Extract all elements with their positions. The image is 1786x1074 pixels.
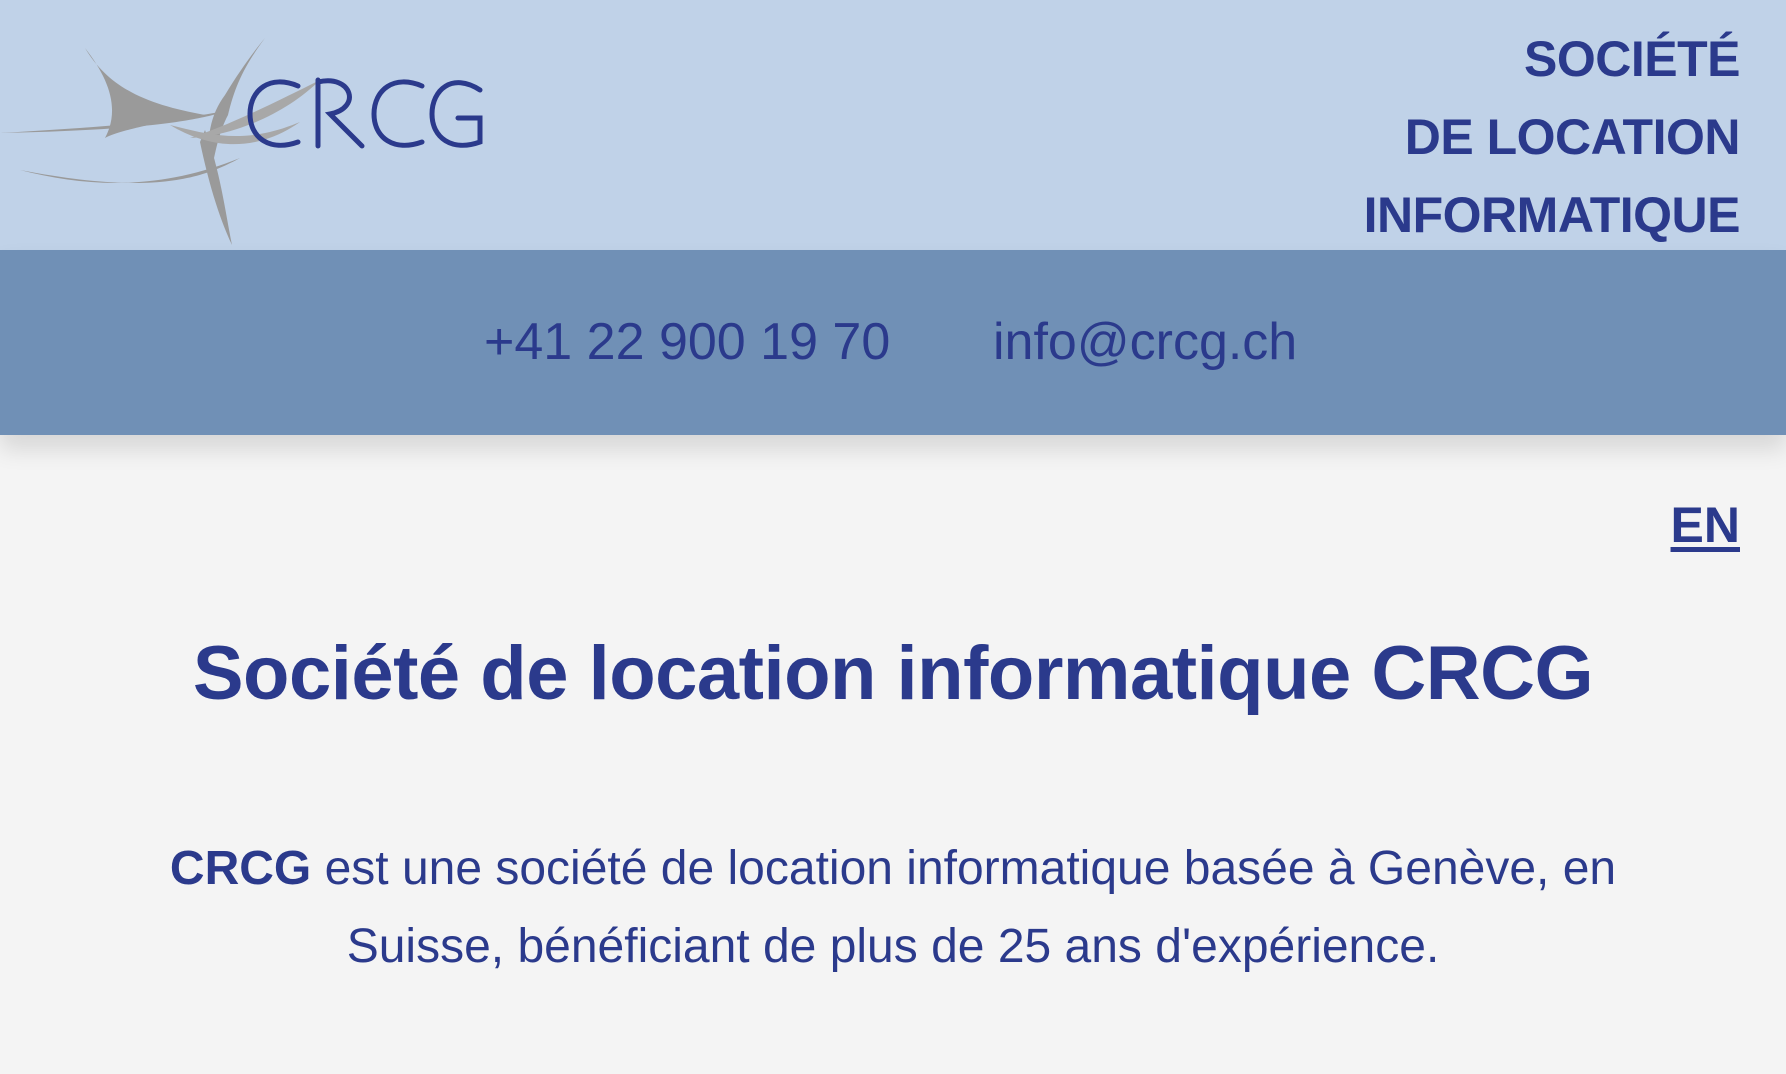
tagline-line-3: INFORMATIQUE: [1363, 187, 1741, 243]
page: SOCIÉTÉ DE LOCATION INFORMATIQUE +41 22 …: [0, 0, 1786, 1074]
intro-text-line-2: Suisse, bénéficiant de plus de 25 ans d'…: [346, 920, 1440, 973]
company-tagline: SOCIÉTÉ DE LOCATION INFORMATIQUE: [1363, 20, 1741, 254]
site-logo[interactable]: [0, 30, 500, 250]
contact-bar: +41 22 900 19 70 info@crcg.ch: [0, 250, 1786, 435]
tagline-line-1: SOCIÉTÉ: [1524, 31, 1740, 87]
site-header: SOCIÉTÉ DE LOCATION INFORMATIQUE: [0, 0, 1786, 250]
intro-paragraph: CRCG est une société de location informa…: [100, 830, 1686, 986]
email-link[interactable]: info@crcg.ch: [993, 312, 1297, 372]
tagline-line-2: DE LOCATION: [1404, 109, 1741, 165]
language-switch-en[interactable]: EN: [1671, 496, 1740, 554]
page-title: Société de location informatique CRCG: [192, 631, 1594, 716]
intro-text-line-1: est une société de location informatique…: [311, 842, 1617, 895]
intro-brand: CRCG: [169, 842, 312, 895]
phone-link[interactable]: +41 22 900 19 70: [484, 312, 890, 372]
crcg-logo-icon: [0, 38, 483, 245]
